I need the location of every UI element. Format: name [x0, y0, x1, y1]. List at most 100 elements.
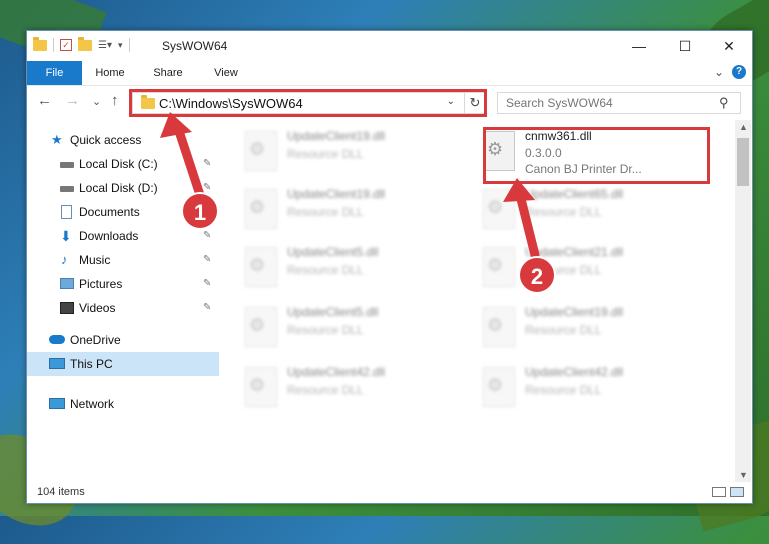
- file-name: UpdateClient42.dll: [525, 365, 624, 379]
- drive-icon: [60, 162, 74, 168]
- expand-ribbon-icon[interactable]: ⌄: [714, 65, 724, 79]
- cloud-icon: [49, 335, 65, 344]
- scroll-up-icon[interactable]: ▲: [739, 122, 748, 132]
- list-item[interactable]: ⚙ UpdateClient19.dll Resource DLL: [475, 301, 700, 361]
- address-highlight-box: [129, 89, 487, 117]
- new-folder-icon[interactable]: [78, 36, 92, 51]
- item-count: 104 items: [37, 486, 85, 498]
- sidebar-item-quick-access[interactable]: ★ Quick access: [27, 128, 219, 152]
- pin-icon[interactable]: ✎: [203, 152, 211, 176]
- customize-toolbar-icon[interactable]: ☰▾: [98, 40, 112, 51]
- list-item[interactable]: ⚙ UpdateClient42.dll Resource DLL: [237, 361, 462, 421]
- sidebar-item-pictures[interactable]: Pictures ✎: [27, 272, 219, 296]
- title-bar: ✓ ☰▾ ▾ SysWOW64 — ☐ ✕: [27, 31, 752, 61]
- pin-icon[interactable]: ✎: [203, 296, 211, 320]
- file-name: UpdateClient19.dll: [287, 187, 386, 201]
- help-icon[interactable]: ?: [732, 65, 746, 79]
- minimize-button[interactable]: —: [616, 31, 662, 61]
- gear-icon: ⚙: [487, 255, 504, 275]
- gear-icon: ⚙: [487, 315, 504, 335]
- sidebar-item-videos[interactable]: Videos ✎: [27, 296, 219, 320]
- music-icon: ♪: [61, 252, 68, 267]
- window-title: SysWOW64: [162, 39, 228, 53]
- gear-icon: ⚙: [249, 197, 266, 217]
- sidebar-item-label: Documents: [79, 205, 140, 219]
- gear-icon: ⚙: [487, 375, 504, 395]
- pin-icon[interactable]: ✎: [203, 272, 211, 296]
- list-item[interactable]: ⚙ UpdateClient42.dll Resource DLL: [475, 361, 700, 421]
- sidebar-item-label: Network: [70, 397, 115, 411]
- sidebar-item-label: Local Disk (D:): [79, 181, 158, 195]
- explorer-window: ✓ ☰▾ ▾ SysWOW64 — ☐ ✕ File Home Share Vi…: [26, 30, 753, 504]
- list-item[interactable]: ⚙ UpdateClient5.dll Resource DLL: [237, 241, 462, 301]
- gear-icon: ⚙: [249, 315, 266, 335]
- file-name: UpdateClient5.dll: [287, 305, 379, 319]
- file-name: UpdateClient19.dll: [287, 129, 386, 143]
- tab-share[interactable]: Share: [145, 61, 191, 85]
- gear-icon: ⚙: [249, 139, 266, 159]
- close-button[interactable]: ✕: [706, 31, 752, 61]
- sidebar-item-label: Music: [79, 253, 111, 267]
- downloads-icon: ⬇: [60, 228, 72, 244]
- list-item[interactable]: ⚙ UpdateClient65.dll Resource DLL: [475, 183, 700, 243]
- navigation-bar: ← → ⌄ ↑ C:\Windows\SysWOW64 ⌄ ↻ ⚲: [27, 86, 752, 118]
- file-description: Resource DLL: [287, 205, 364, 219]
- tab-view[interactable]: View: [203, 61, 249, 85]
- step-2-badge: 2: [518, 256, 556, 294]
- sidebar-item-label: Downloads: [79, 229, 139, 243]
- tab-file[interactable]: File: [27, 61, 82, 85]
- tab-home[interactable]: Home: [87, 61, 133, 85]
- search-icon[interactable]: ⚲: [719, 95, 729, 111]
- file-description: Resource DLL: [287, 263, 364, 277]
- star-icon: ★: [51, 132, 63, 147]
- computer-icon: [49, 358, 65, 369]
- drive-icon: [60, 186, 74, 192]
- list-item[interactable]: ⚙ UpdateClient19.dll Resource DLL: [237, 183, 462, 243]
- documents-icon: [61, 205, 72, 219]
- recent-locations-icon[interactable]: ⌄: [92, 95, 101, 108]
- sidebar-item-onedrive[interactable]: OneDrive: [27, 328, 219, 352]
- scroll-down-icon[interactable]: ▼: [739, 470, 748, 480]
- back-arrow-icon[interactable]: ←: [37, 92, 52, 109]
- file-name: UpdateClient19.dll: [525, 305, 624, 319]
- forward-arrow-icon[interactable]: →: [65, 92, 80, 109]
- maximize-button[interactable]: ☐: [662, 31, 708, 61]
- sidebar-item-this-pc[interactable]: This PC: [27, 352, 219, 376]
- sidebar-item-label: This PC: [70, 357, 113, 371]
- toolbar-divider: [128, 38, 130, 52]
- status-bar: 104 items: [27, 483, 752, 503]
- sidebar-item-local-disk-c[interactable]: Local Disk (C:) ✎: [27, 152, 219, 176]
- gear-icon: ⚙: [249, 255, 266, 275]
- scrollbar-thumb[interactable]: [737, 138, 749, 186]
- file-description: Resource DLL: [287, 323, 364, 337]
- network-icon: [49, 398, 65, 409]
- gear-icon: ⚙: [487, 197, 504, 217]
- sidebar-item-label: Quick access: [70, 133, 142, 147]
- details-view-icon[interactable]: [712, 487, 726, 497]
- list-item[interactable]: ⚙ UpdateClient21.dll Resource DLL: [475, 241, 700, 301]
- file-description: Resource DLL: [287, 383, 364, 397]
- videos-icon: [60, 302, 74, 314]
- up-arrow-icon[interactable]: ↑: [111, 92, 119, 109]
- search-input[interactable]: [497, 92, 741, 114]
- list-item[interactable]: ⚙ UpdateClient19.dll Resource DLL: [237, 125, 462, 185]
- pin-icon[interactable]: ✎: [203, 248, 211, 272]
- file-description: Resource DLL: [287, 147, 364, 161]
- ribbon-tabs: File Home Share View ⌄ ?: [27, 61, 752, 86]
- file-highlight-box: [483, 127, 710, 184]
- toolbar-divider: [53, 38, 54, 52]
- properties-icon[interactable]: ✓: [60, 39, 72, 51]
- file-description: Resource DLL: [525, 205, 602, 219]
- quick-access-dropdown-icon[interactable]: ▾: [118, 40, 123, 51]
- list-item[interactable]: ⚙ UpdateClient5.dll Resource DLL: [237, 301, 462, 361]
- sidebar-item-label: Local Disk (C:): [79, 157, 158, 171]
- vertical-scrollbar[interactable]: ▲ ▼: [735, 120, 751, 482]
- sidebar-item-music[interactable]: ♪ Music ✎: [27, 248, 219, 272]
- folder-icon: [33, 36, 47, 51]
- file-description: Resource DLL: [525, 383, 602, 397]
- sidebar-item-network[interactable]: Network: [27, 392, 219, 416]
- pictures-icon: [60, 278, 74, 289]
- large-icons-view-icon[interactable]: [730, 487, 744, 497]
- sidebar-item-label: Videos: [79, 301, 116, 315]
- sidebar-item-label: OneDrive: [70, 333, 121, 347]
